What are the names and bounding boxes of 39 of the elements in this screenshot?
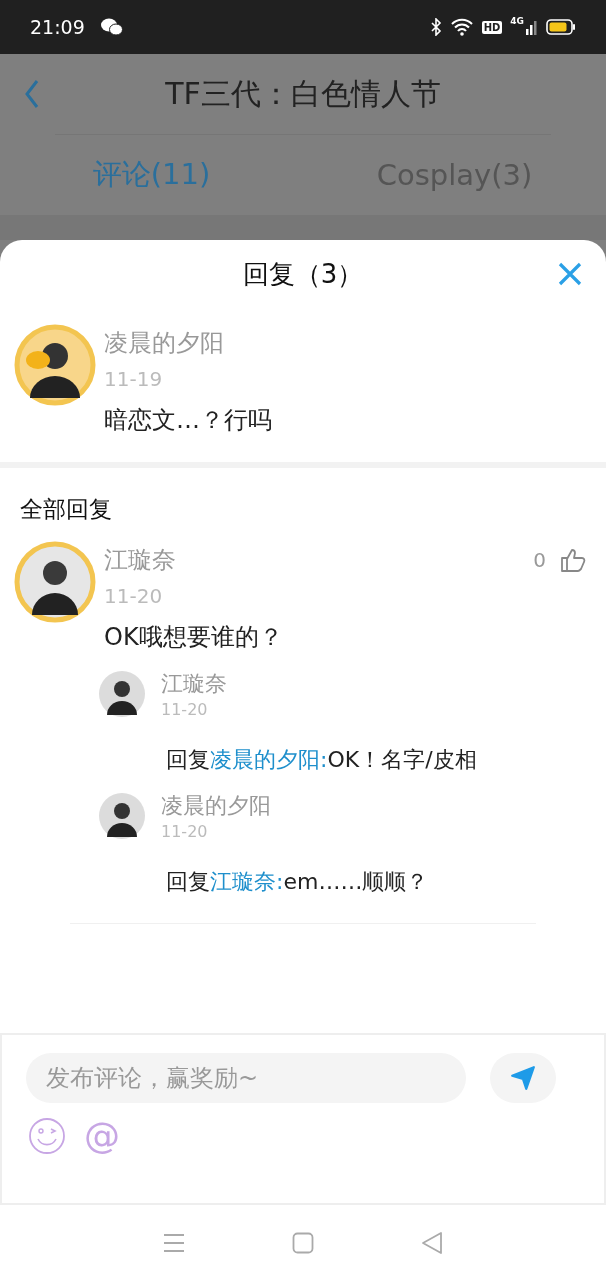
close-icon[interactable] (558, 262, 582, 286)
chat-bubbles-icon (100, 18, 123, 36)
back-icon[interactable] (24, 79, 40, 109)
hd-badge: HD (481, 20, 503, 34)
reply-date: 11-20 (161, 821, 209, 843)
user-name[interactable]: 江璇奈 (104, 545, 520, 575)
comment-date: 11-19 (104, 366, 163, 392)
avatar (99, 671, 145, 717)
reply-text: 回复凌晨的夕阳:OK！名字/皮相 (166, 746, 477, 774)
network-label: 4G (510, 16, 524, 26)
comment-date: 11-20 (104, 583, 163, 609)
like-count: 0 (533, 548, 546, 572)
reply-text: 回复江璇奈:em……顺顺？ (166, 868, 429, 896)
user-name[interactable]: 凌晨的夕阳 (104, 328, 224, 358)
mention-button[interactable]: @ (84, 1117, 120, 1155)
wink-emoji-icon[interactable] (28, 1117, 66, 1155)
bluetooth-icon (429, 18, 442, 36)
page-title: TF三代：白色情人节 (165, 74, 441, 113)
home-icon[interactable] (292, 1231, 314, 1254)
sheet-title: 回复（3） (242, 257, 364, 291)
thumbs-up-icon[interactable] (560, 547, 586, 573)
comment-field[interactable]: 发布评论，赢奖励~ (26, 1053, 466, 1103)
back-triangle-icon[interactable] (420, 1230, 443, 1255)
user-link[interactable]: 江璇奈: (210, 869, 284, 894)
battery-icon (546, 19, 576, 35)
user-name[interactable]: 江璇奈 (161, 671, 227, 697)
status-time: 21:09 (30, 16, 85, 38)
user-name[interactable]: 凌晨的夕阳 (161, 793, 271, 819)
avatar (99, 793, 145, 839)
reply-date: 11-20 (161, 699, 209, 721)
send-button[interactable] (490, 1053, 556, 1103)
user-link[interactable]: 凌晨的夕阳: (210, 747, 328, 772)
signal-icon (526, 18, 538, 36)
section-title: 全部回复 (19, 495, 112, 524)
comment-text: OK哦想要谁的？ (104, 622, 283, 653)
wifi-icon (449, 18, 474, 36)
comment-text: 暗恋文…？行吗 (104, 405, 272, 436)
menu-icon[interactable] (163, 1232, 186, 1253)
send-icon (510, 1065, 536, 1091)
